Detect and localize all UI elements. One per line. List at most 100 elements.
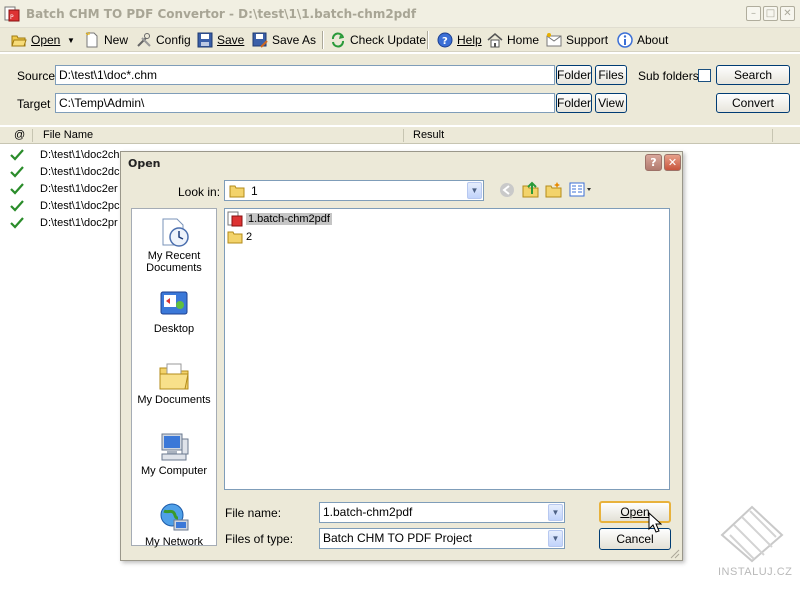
file-name-combobox[interactable]: 1.batch-chm2pdf ▼ (319, 502, 565, 523)
support-button[interactable]: Support (546, 30, 608, 50)
table-row[interactable]: D:\test\1\doc2dc (0, 163, 130, 180)
home-icon (487, 33, 503, 48)
target-input[interactable]: C:\Temp\Admin\ (55, 93, 555, 113)
table-row[interactable]: D:\test\1\doc2pr (0, 214, 130, 231)
place-label: My Network (144, 536, 204, 548)
folder-icon (229, 185, 245, 198)
file-list[interactable]: 1.batch-chm2pdf 2 (224, 208, 670, 490)
svg-text:P: P (10, 14, 14, 21)
home-button[interactable]: Home (487, 30, 539, 50)
file-name-cell: D:\test\1\doc2pr (40, 216, 118, 229)
folder-icon (227, 231, 243, 244)
save-as-button[interactable]: Save As (252, 30, 316, 50)
list-item[interactable]: 1.batch-chm2pdf (227, 211, 332, 227)
column-header-result[interactable]: Result (413, 129, 444, 141)
close-button[interactable]: ✕ (780, 6, 795, 21)
save-button[interactable]: Save (197, 30, 244, 50)
checkmark-icon (10, 182, 24, 195)
open-button[interactable]: Open (11, 30, 60, 50)
files-of-type-dropdown[interactable]: Batch CHM TO PDF Project ▼ (319, 528, 565, 549)
dialog-close-button[interactable]: ✕ (664, 154, 681, 171)
check-update-button[interactable]: Check Update (330, 30, 426, 50)
config-button[interactable]: Config (136, 30, 191, 50)
back-icon[interactable] (499, 182, 515, 198)
watermark-logo-icon (720, 505, 784, 563)
place-label: Desktop (153, 323, 195, 335)
new-folder-icon[interactable] (545, 181, 562, 198)
resize-grip-icon[interactable] (669, 548, 680, 559)
checkmark-icon (10, 199, 24, 212)
chm2pdf-file-icon (227, 211, 243, 227)
dialog-help-button[interactable]: ? (645, 154, 662, 171)
file-name-cell: D:\test\1\doc2dc (40, 165, 120, 178)
list-item[interactable]: 2 (227, 229, 252, 245)
file-name-cell: D:\test\1\doc2ch (40, 148, 120, 161)
place-my-recent-documents[interactable]: My Recent Documents (132, 216, 216, 274)
dropdown-arrow-icon[interactable]: ▼ (548, 504, 563, 521)
list-header: @ File Name Result (0, 127, 800, 144)
column-divider[interactable] (32, 129, 33, 142)
table-row[interactable]: D:\test\1\doc2er (0, 180, 130, 197)
view-menu-icon[interactable] (569, 182, 593, 198)
place-my-network[interactable]: My Network (132, 502, 216, 548)
window-titlebar: P Batch CHM TO PDF Convertor - D:\test\1… (0, 0, 800, 28)
look-in-dropdown[interactable]: 1 ▼ (224, 180, 484, 201)
new-document-icon (85, 32, 98, 48)
column-divider[interactable] (403, 129, 404, 142)
target-label: Target (17, 97, 51, 111)
recent-documents-icon (162, 218, 189, 247)
network-globe-icon (160, 503, 189, 531)
column-divider[interactable] (772, 129, 773, 142)
place-desktop[interactable]: Desktop (132, 289, 216, 335)
maximize-button[interactable]: □ (763, 6, 778, 21)
save-disk-icon (197, 32, 213, 48)
close-icon: ✕ (667, 156, 678, 169)
file-name: 1.batch-chm2pdf (246, 213, 332, 225)
column-header-status[interactable]: @ (14, 129, 25, 141)
close-icon: ✕ (783, 8, 792, 19)
source-input[interactable]: D:\test\1\doc*.chm (55, 65, 555, 85)
place-label: My Computer (140, 465, 208, 477)
table-row[interactable]: D:\test\1\doc2pc (0, 197, 130, 214)
search-button[interactable]: Search (716, 65, 790, 85)
dialog-titlebar: Open ? ✕ (121, 152, 682, 174)
maximize-icon: □ (765, 8, 776, 19)
source-target-panel: Source D:\test\1\doc*.chm Folder Files S… (0, 53, 800, 125)
about-button[interactable]: About (617, 30, 668, 50)
subfolders-checkbox[interactable] (698, 69, 711, 82)
source-folder-button[interactable]: Folder (556, 65, 592, 85)
target-folder-button[interactable]: Folder (556, 93, 592, 113)
tools-icon (137, 33, 151, 47)
look-in-label: Look in: (178, 185, 221, 199)
toolbar-separator (322, 31, 324, 49)
place-my-computer[interactable]: My Computer (132, 431, 216, 477)
file-name-cell: D:\test\1\doc2er (40, 182, 118, 195)
place-my-documents[interactable]: My Documents (132, 360, 216, 406)
dropdown-arrow-icon[interactable]: ▼ (548, 530, 563, 547)
help-button[interactable]: ? Help (437, 30, 482, 50)
toolbar: Open ▼ New Config Save Save As Check Upd… (0, 28, 800, 52)
file-name-label: File name: (225, 506, 282, 520)
target-view-button[interactable]: View (595, 93, 627, 113)
info-icon (617, 32, 633, 48)
places-bar: My Recent Documents Desktop My Documents… (131, 208, 217, 548)
my-documents-folder-icon (159, 363, 189, 390)
window-title: Batch CHM TO PDF Convertor - D:\test\1\1… (26, 7, 417, 21)
new-button[interactable]: New (84, 30, 128, 50)
convert-button[interactable]: Convert (716, 93, 790, 113)
subfolders-label: Sub folders (638, 69, 699, 83)
table-row[interactable]: D:\test\1\doc2ch (0, 146, 130, 163)
checkmark-icon (10, 165, 24, 178)
up-folder-icon[interactable] (522, 181, 539, 198)
app-icon: P (4, 6, 20, 22)
file-name-cell: D:\test\1\doc2pc (40, 199, 120, 212)
file-name: 2 (246, 231, 253, 243)
column-header-file-name[interactable]: File Name (43, 129, 93, 141)
open-folder-icon (11, 35, 27, 47)
place-label: My Documents (137, 394, 211, 406)
source-files-button[interactable]: Files (595, 65, 627, 85)
checkmark-icon (10, 216, 24, 229)
minimize-button[interactable]: – (746, 6, 761, 21)
open-dropdown-arrow[interactable]: ▼ (67, 30, 75, 50)
watermark-text: INSTALUJ.CZ (718, 566, 793, 578)
